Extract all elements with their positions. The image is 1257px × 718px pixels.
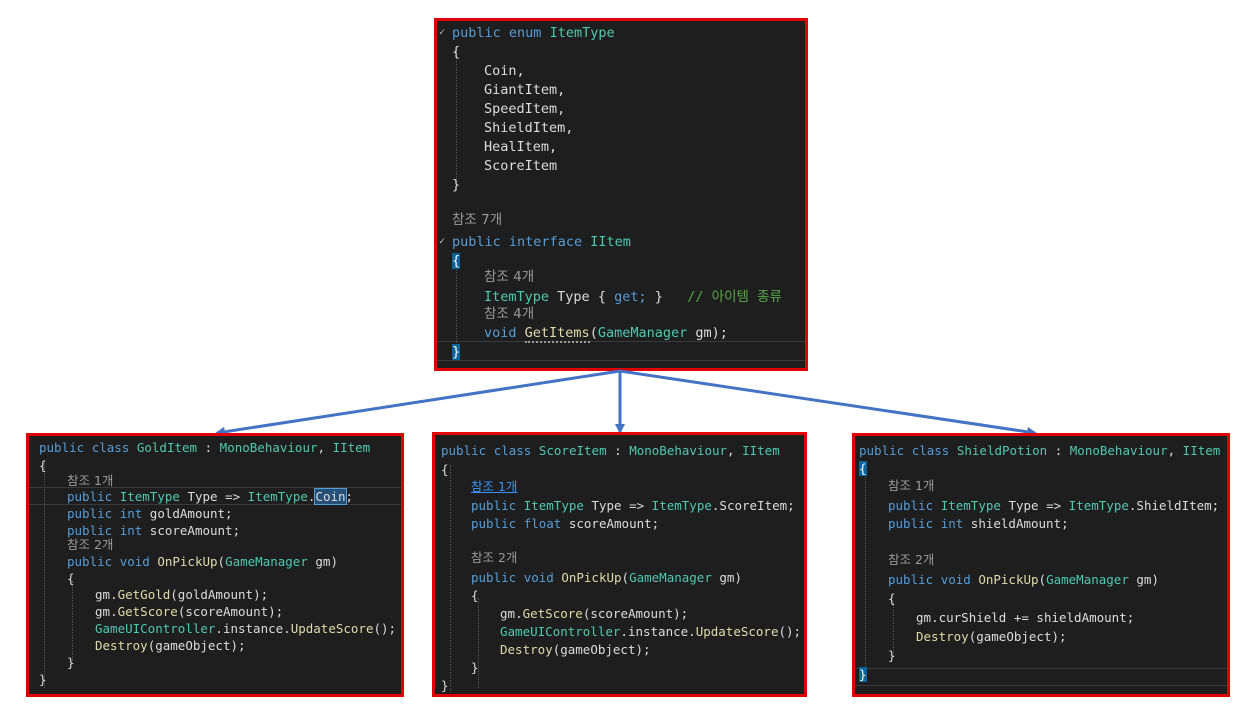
close-brace: } xyxy=(39,672,47,687)
codelens-references[interactable]: 참조 1개 xyxy=(67,473,113,488)
field-line: public float scoreAmount; xyxy=(471,516,660,531)
shieldpotion-code-panel: public class ShieldPotion : MonoBehaviou… xyxy=(852,433,1230,697)
class-declaration: public class ScoreItem : MonoBehaviour, … xyxy=(441,443,780,458)
selected-text: Coin xyxy=(314,488,347,505)
codelens-references[interactable]: 참조 2개 xyxy=(471,550,517,565)
codelens-references-link[interactable]: 참조 1개 xyxy=(471,479,517,494)
statement-line: GameUIController.instance.UpdateScore(); xyxy=(500,624,802,639)
codelens-references[interactable]: 참조 1개 xyxy=(888,478,934,493)
method-declaration: public void OnPickUp(GameManager gm) xyxy=(67,554,338,569)
open-brace: { xyxy=(441,462,449,477)
statement-line: gm.GetGold(goldAmount); xyxy=(95,587,269,602)
class-declaration: public class GoldItem : MonoBehaviour, I… xyxy=(39,440,371,455)
open-brace: { xyxy=(859,461,867,476)
indent-guide xyxy=(450,465,451,693)
indent-guide xyxy=(72,581,73,661)
method-close-brace: } xyxy=(888,648,896,663)
method-declaration: public void OnPickUp(GameManager gm) xyxy=(471,570,742,585)
type-property-line: public ItemType Type => ItemType.ShieldI… xyxy=(888,498,1220,513)
type-property-line: public ItemType Type => ItemType.Coin; xyxy=(67,488,354,505)
close-brace: } xyxy=(441,678,449,693)
statement-line: GameUIController.instance.UpdateScore(); xyxy=(95,621,397,636)
field-line: public int goldAmount; xyxy=(67,506,233,521)
open-brace: { xyxy=(39,458,47,473)
method-open-brace: { xyxy=(888,591,896,606)
statement-line: Destroy(gameObject); xyxy=(916,629,1067,644)
indent-guide xyxy=(865,466,866,674)
current-line-highlight xyxy=(855,668,1227,686)
arrow-to-shieldpotion xyxy=(619,369,1037,437)
scoreitem-code-panel: public class ScoreItem : MonoBehaviour, … xyxy=(432,432,807,697)
type-property-line: public ItemType Type => ItemType.ScoreIt… xyxy=(471,498,795,513)
codelens-references[interactable]: 참조 2개 xyxy=(67,537,113,552)
arrow-to-golditem xyxy=(215,369,621,437)
statement-line: Destroy(gameObject); xyxy=(95,638,246,653)
method-close-brace: } xyxy=(67,655,75,670)
method-open-brace: { xyxy=(67,571,75,586)
method-declaration: public void OnPickUp(GameManager gm) xyxy=(888,572,1159,587)
golditem-code-panel: public class GoldItem : MonoBehaviour, I… xyxy=(26,433,404,697)
statement-line: gm.curShield += shieldAmount; xyxy=(916,610,1135,625)
method-open-brace: { xyxy=(471,588,479,603)
statement-line: gm.GetScore(scoreAmount); xyxy=(95,604,284,619)
close-brace: } xyxy=(859,667,867,682)
class-declaration: public class ShieldPotion : MonoBehaviou… xyxy=(859,443,1221,458)
statement-line: gm.GetScore(scoreAmount); xyxy=(500,606,689,621)
statement-line: Destroy(gameObject); xyxy=(500,642,651,657)
codelens-references[interactable]: 참조 2개 xyxy=(888,552,934,567)
method-close-brace: } xyxy=(471,660,479,675)
field-line: public int shieldAmount; xyxy=(888,516,1069,531)
